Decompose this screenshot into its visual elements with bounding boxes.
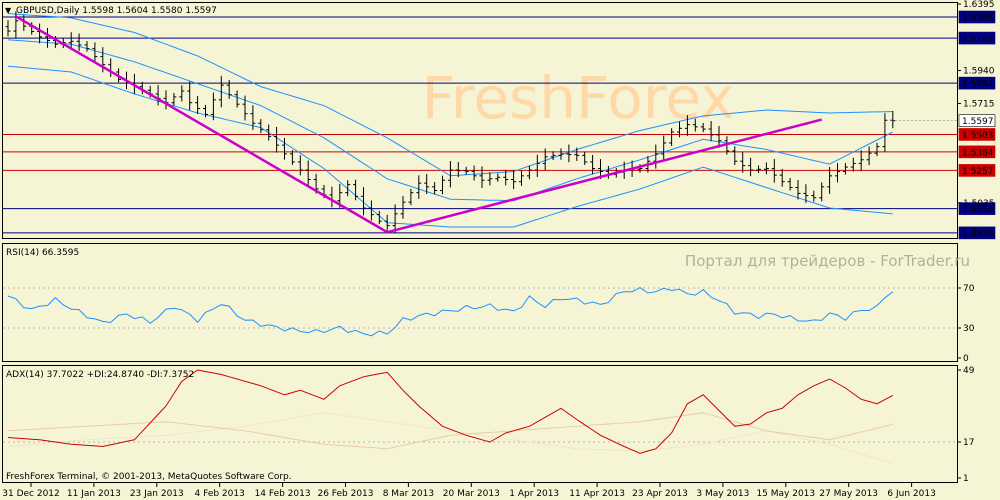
price-axis: 1.6306 1.6162 1.5854 1.5597 1.5503 1.5384 1.52… <box>957 0 996 239</box>
price-tick-label: 1.5715 <box>963 99 995 109</box>
footer-copyright: FreshForex Terminal, © 2001-2013, MetaQu… <box>6 472 292 482</box>
time-tick-label: 11 Apr 2013 <box>569 489 625 499</box>
time-tick-label: 4 Feb 2013 <box>195 489 245 499</box>
adx-tick-label: 17 <box>963 438 974 448</box>
time-tick-label: 15 May 2013 <box>756 489 815 499</box>
symbol-header: GBPUSD,Daily 1.5598 1.5604 1.5580 1.5597 <box>16 6 217 16</box>
time-tick-label: 6 Jun 2013 <box>887 489 935 499</box>
price-label: 1.4830 <box>962 229 994 239</box>
rsi-tick-label: 0 <box>963 354 969 364</box>
price-label: 1.5597 <box>962 117 994 127</box>
time-tick-label: 14 Feb 2013 <box>255 489 311 499</box>
time-tick-label: 26 Feb 2013 <box>317 489 373 499</box>
price-tick-label: 1.6395 <box>963 0 995 10</box>
time-tick-label: 1 Apr 2013 <box>509 489 559 499</box>
adx-tick-label: 1 <box>963 474 969 484</box>
time-tick-label: 20 Mar 2013 <box>443 489 500 499</box>
time-tick-label: 23 Apr 2013 <box>632 489 688 499</box>
rsi-header: RSI(14) 66.3595 <box>6 248 79 258</box>
time-axis: 31 Dec 2012 11 Jan 2013 23 Jan 2013 4 Feb 2… <box>2 483 936 499</box>
price-label: 1.6306 <box>962 14 994 24</box>
adx-pane <box>2 365 958 483</box>
time-tick-label: 3 May 2013 <box>696 489 749 499</box>
price-label: 1.5503 <box>962 131 994 141</box>
price-label: 1.5854 <box>962 80 994 90</box>
time-tick-label: 11 Jan 2013 <box>67 489 121 499</box>
adx-header: ADX(14) 37.7022 +DI:24.8740 -DI:7.3752 <box>6 370 194 380</box>
rsi-tick-label: 30 <box>963 324 975 334</box>
rsi-tick-label: 70 <box>963 284 975 294</box>
portal-watermark: Портал для трейдеров - ForTrader.ru <box>685 252 970 270</box>
collapse-arrow-icon[interactable]: ▼ <box>5 6 12 15</box>
chart-root: FreshForex Портал для трейдеров - ForTra… <box>2 0 996 499</box>
price-tick-label: 1.5035 <box>963 199 995 209</box>
time-tick-label: 23 Jan 2013 <box>130 489 184 499</box>
price-label: 1.5384 <box>962 148 994 158</box>
time-tick-label: 8 Mar 2013 <box>383 489 434 499</box>
adx-tick-label: 49 <box>963 366 975 376</box>
time-tick-label: 27 May 2013 <box>819 489 878 499</box>
price-label: 1.6162 <box>962 35 994 45</box>
time-tick-label: 31 Dec 2012 <box>2 489 60 499</box>
price-tick-label: 1.5940 <box>963 67 995 77</box>
price-label: 1.5257 <box>962 167 994 177</box>
